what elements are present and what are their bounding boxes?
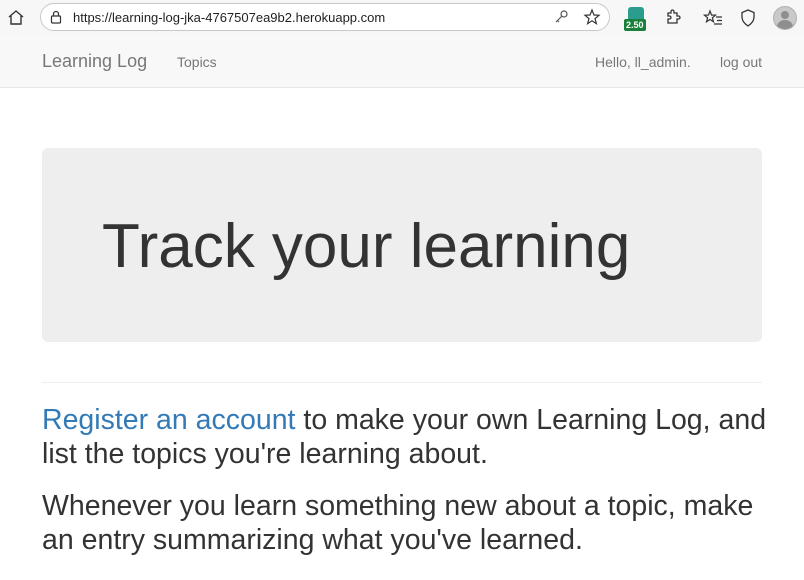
register-link[interactable]: Register an account (42, 404, 295, 436)
intro-paragraph: Register an account to make your own Lea… (42, 403, 772, 471)
favorites-icon[interactable] (702, 8, 723, 28)
address-bar[interactable]: https://learning-log-jka-4767507ea9b2.he… (40, 3, 610, 31)
divider (42, 382, 762, 383)
avatar-body (777, 20, 793, 29)
key-icon[interactable] (553, 9, 569, 25)
browser-toolbar: https://learning-log-jka-4767507ea9b2.he… (0, 0, 804, 36)
brand-link[interactable]: Learning Log (42, 51, 147, 72)
extensions-puzzle-icon[interactable] (662, 8, 682, 28)
avatar-head (781, 11, 789, 19)
url-text[interactable]: https://learning-log-jka-4767507ea9b2.he… (73, 10, 385, 25)
lock-icon[interactable] (49, 10, 63, 24)
logout-link[interactable]: log out (720, 54, 762, 70)
favorite-star-icon[interactable] (583, 8, 601, 26)
user-greeting: Hello, ll_admin. (595, 54, 691, 70)
topics-link[interactable]: Topics (177, 54, 217, 70)
site-navbar: Learning Log Topics Hello, ll_admin. log… (0, 36, 804, 88)
profile-avatar[interactable] (773, 6, 797, 30)
jumbotron: Track your learning (42, 148, 762, 342)
shield-icon[interactable] (738, 8, 758, 28)
entry-paragraph: Whenever you learn something new about a… (42, 490, 754, 556)
home-icon[interactable] (6, 8, 26, 28)
extension-icon[interactable]: 2.50 (624, 7, 648, 31)
hero-heading: Track your learning (102, 212, 631, 281)
extension-badge: 2.50 (624, 19, 646, 31)
